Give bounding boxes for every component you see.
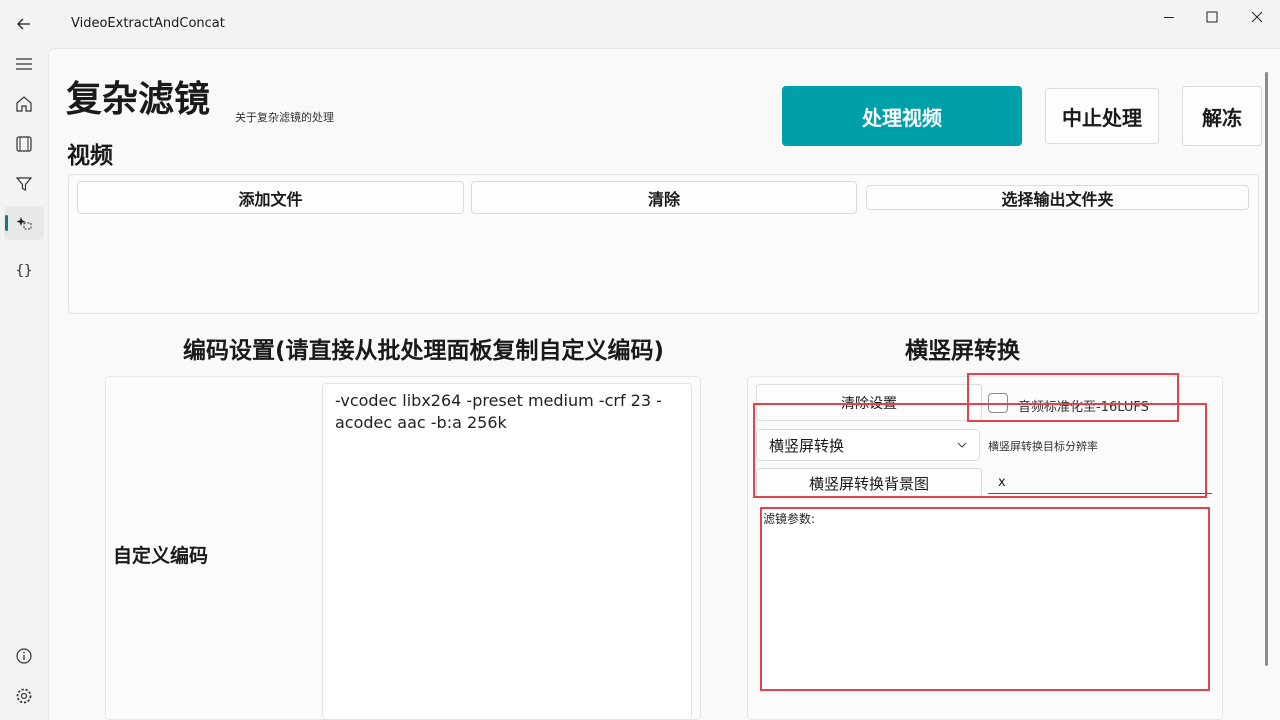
encoding-settings-heading: 编码设置(请直接从批处理面板复制自定义编码) <box>183 338 665 364</box>
film-icon <box>16 136 32 152</box>
highlight-box-conversion <box>753 403 1207 498</box>
highlight-box-filter-params <box>760 507 1210 691</box>
maximize-icon <box>1206 11 1218 23</box>
braces-icon: {} <box>15 263 33 279</box>
nav-item-film[interactable] <box>4 127 44 161</box>
page-subtitle: 关于复杂滤镜的处理 <box>235 111 334 124</box>
back-arrow-icon <box>17 18 30 30</box>
close-icon <box>1251 11 1263 23</box>
stop-processing-button[interactable]: 中止处理 <box>1045 88 1159 144</box>
home-icon <box>16 96 32 112</box>
filter-icon <box>15 177 33 191</box>
settings-icon <box>16 688 32 704</box>
sparkle-icon <box>16 217 32 230</box>
clear-files-button[interactable]: 清除 <box>471 181 857 214</box>
close-button[interactable] <box>1234 0 1280 34</box>
nav-item-settings[interactable] <box>4 679 44 713</box>
nav-item-home[interactable] <box>4 87 44 121</box>
info-icon <box>16 648 32 664</box>
vertical-scrollbar[interactable] <box>1265 72 1268 666</box>
minimize-button[interactable] <box>1146 0 1192 34</box>
video-section-heading: 视频 <box>67 143 113 169</box>
custom-encoding-label: 自定义编码 <box>113 545 209 567</box>
process-video-button[interactable]: 处理视频 <box>782 86 1022 146</box>
nav-item-complex-filter[interactable] <box>4 206 44 240</box>
maximize-button[interactable] <box>1189 0 1235 34</box>
back-button[interactable] <box>6 6 42 42</box>
nav-item-code[interactable]: {} <box>4 254 44 288</box>
minimize-icon <box>1164 17 1174 18</box>
menu-icon <box>16 58 32 70</box>
nav-menu-button[interactable] <box>4 47 44 81</box>
select-output-folder-button[interactable]: 选择输出文件夹 <box>866 185 1249 210</box>
nav-item-info[interactable] <box>4 639 44 673</box>
nav-item-filter[interactable] <box>4 167 44 201</box>
custom-encoding-input[interactable]: -vcodec libx264 -preset medium -crf 23 -… <box>322 383 692 720</box>
unfreeze-button[interactable]: 解冻 <box>1182 86 1262 146</box>
page-title: 复杂滤镜 <box>66 79 211 120</box>
orientation-heading: 横竖屏转换 <box>905 338 1020 364</box>
add-file-button[interactable]: 添加文件 <box>77 181 464 214</box>
nav-active-indicator <box>5 215 8 231</box>
app-title: VideoExtractAndConcat <box>71 16 225 31</box>
